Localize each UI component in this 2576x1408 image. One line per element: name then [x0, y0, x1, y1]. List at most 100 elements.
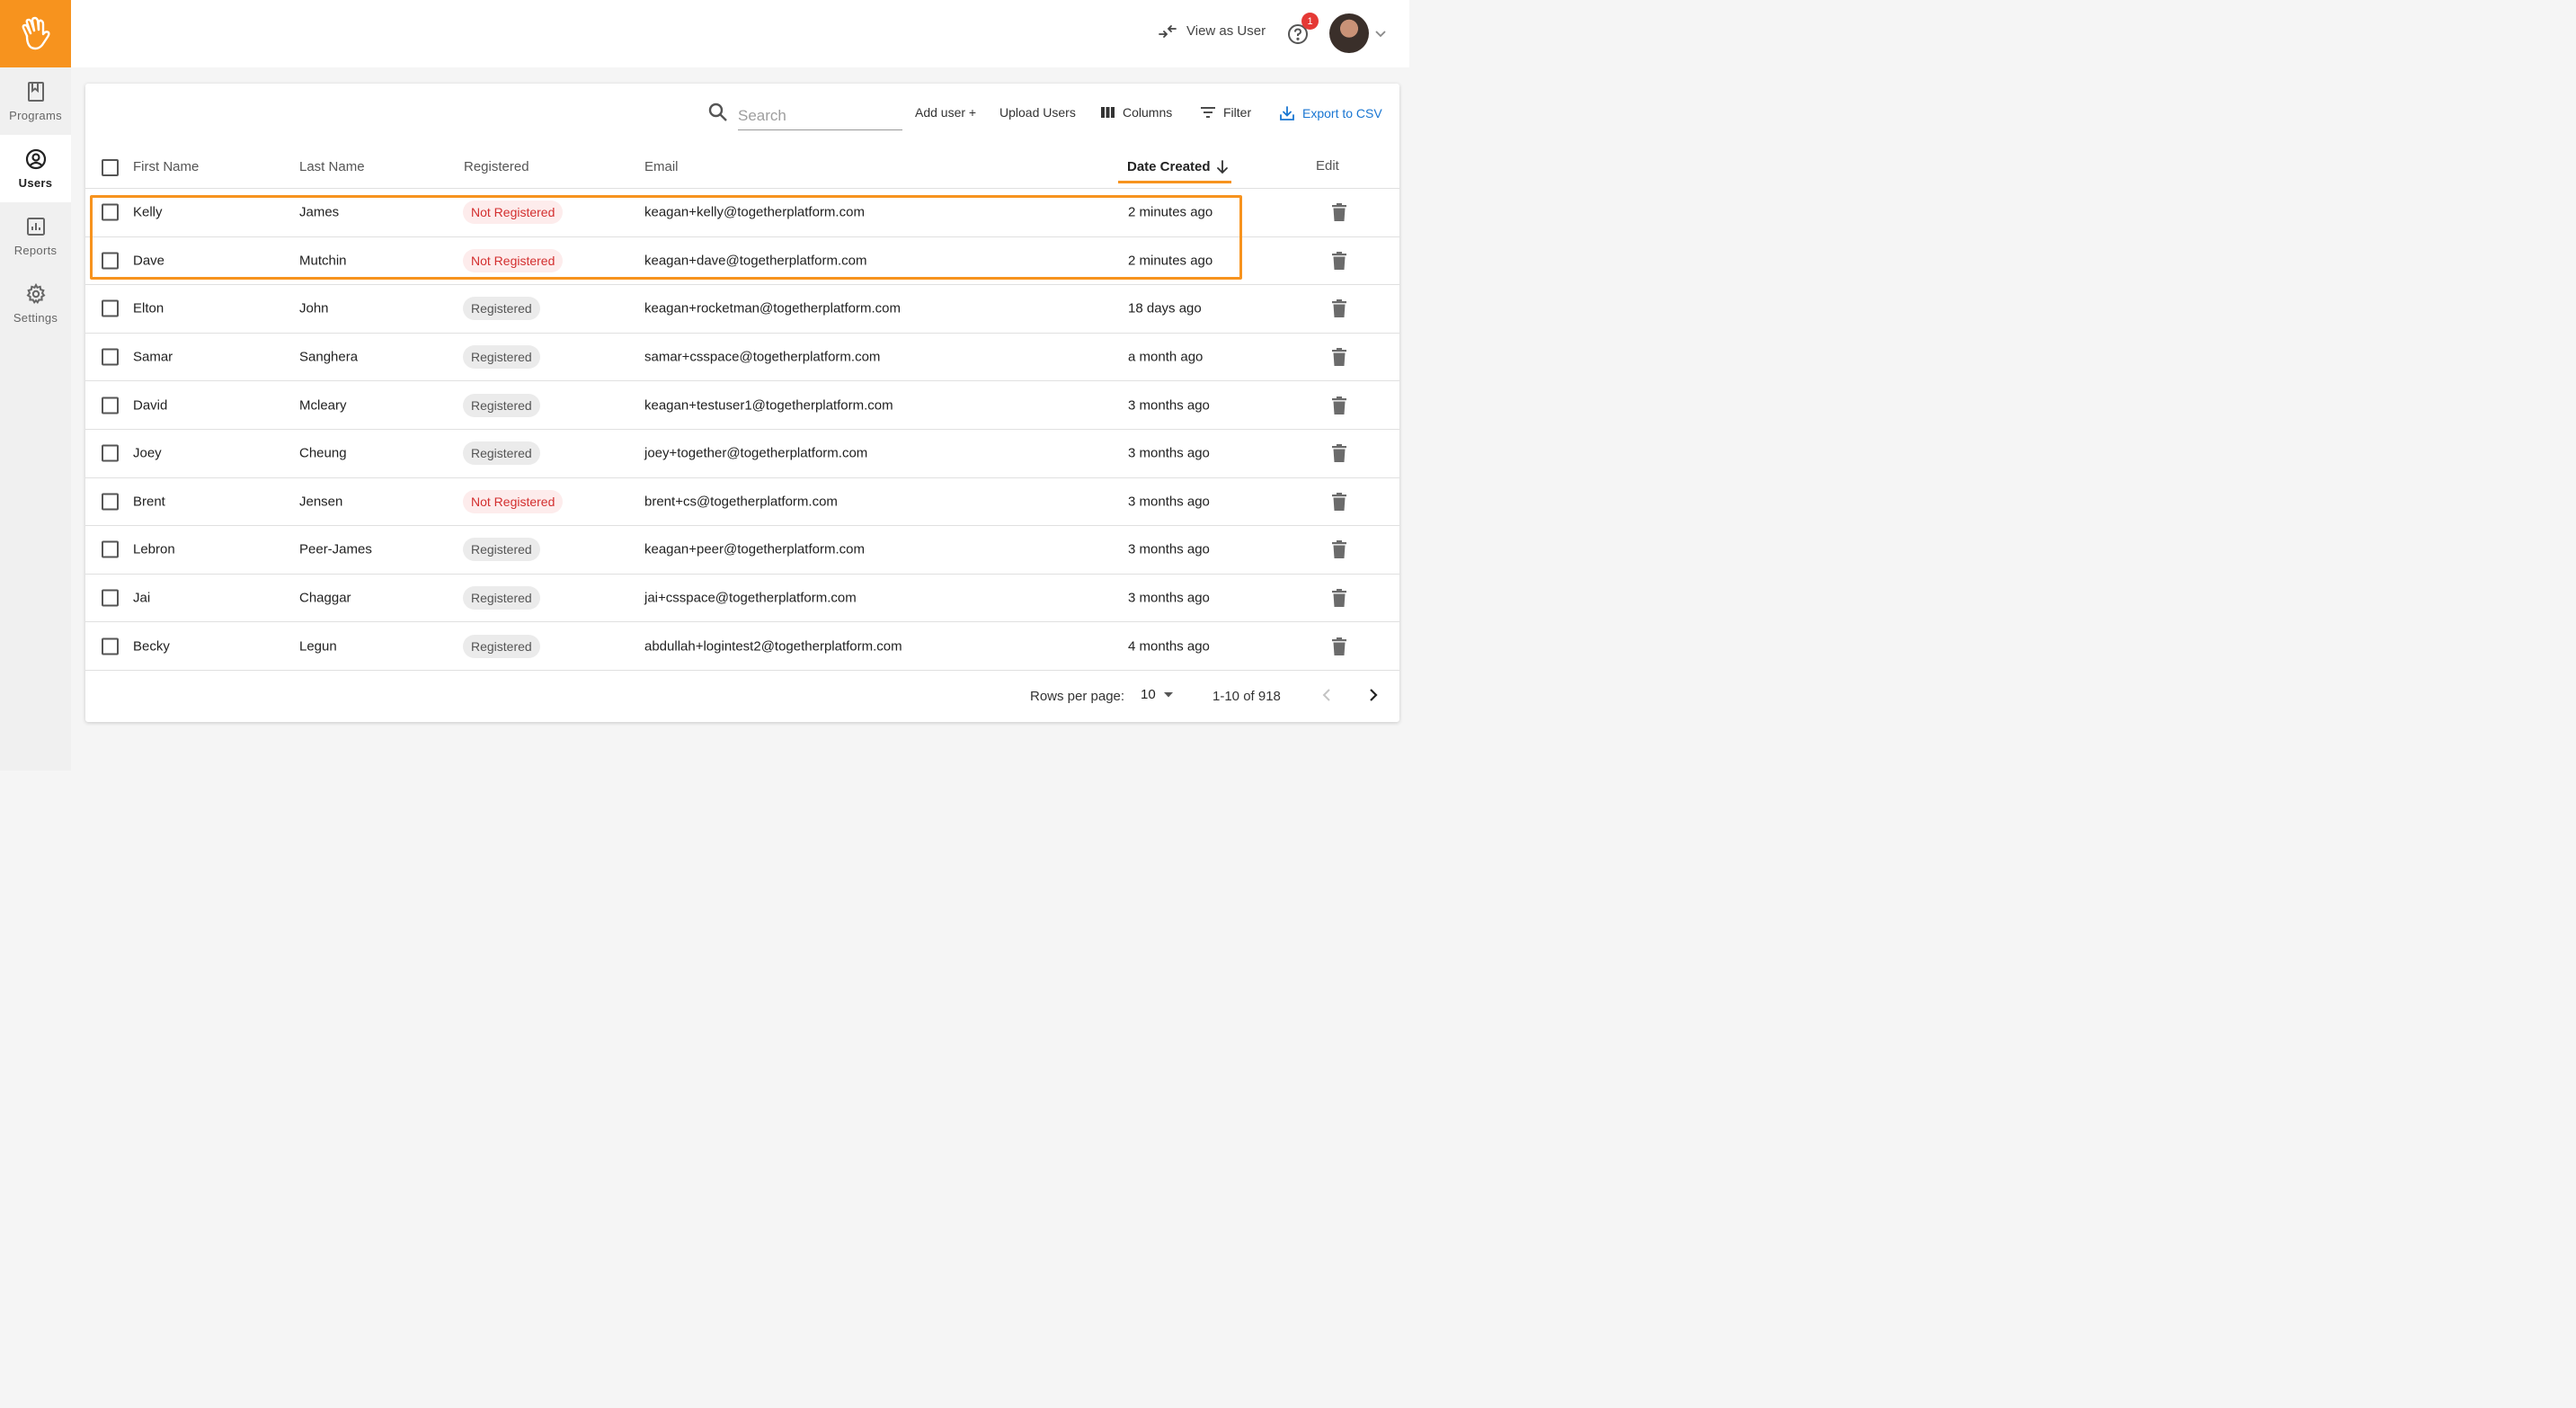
sidebar-item-label: Programs	[9, 109, 62, 122]
first-name-cell: Jai	[133, 590, 151, 606]
first-name-cell: Dave	[133, 253, 165, 269]
date-created-cell: 3 months ago	[1128, 445, 1210, 461]
table-row[interactable]: Jai Chaggar Registered jai+csspace@together…	[85, 575, 1399, 623]
sidebar-item-reports[interactable]: Reports	[0, 202, 71, 270]
first-name-cell: Becky	[133, 638, 170, 655]
email-cell: samar+csspace@togetherplatform.com	[644, 349, 881, 365]
app-logo[interactable]	[0, 0, 71, 67]
chevron-down-icon[interactable]	[1374, 27, 1387, 40]
column-header-date-created[interactable]: Date Created	[1127, 159, 1229, 174]
previous-page-button[interactable]	[1319, 687, 1334, 703]
date-created-cell: 18 days ago	[1128, 300, 1202, 316]
table-row[interactable]: Dave Mutchin Not Registered keagan+dave@tog…	[85, 237, 1399, 286]
filter-label: Filter	[1223, 105, 1252, 120]
sidebar-item-label: Settings	[13, 311, 58, 325]
row-checkbox[interactable]	[102, 444, 119, 462]
row-checkbox[interactable]	[102, 637, 119, 655]
notification-badge: 1	[1301, 13, 1319, 30]
view-as-user-button[interactable]: View as User	[1158, 23, 1266, 39]
table-row[interactable]: Lebron Peer-James Registered keagan+peer@to…	[85, 526, 1399, 575]
row-checkbox[interactable]	[102, 540, 119, 558]
date-created-cell: 2 minutes ago	[1128, 204, 1213, 220]
sidebar-item-programs[interactable]: Programs	[0, 67, 71, 135]
column-header-registered[interactable]: Registered	[464, 159, 529, 174]
select-all-checkbox[interactable]	[102, 159, 119, 176]
date-created-label: Date Created	[1127, 159, 1211, 174]
email-cell: keagan+peer@togetherplatform.com	[644, 541, 865, 557]
rows-per-page-label: Rows per page:	[1030, 689, 1125, 704]
filter-button[interactable]: Filter	[1200, 105, 1251, 120]
last-name-cell: Mutchin	[299, 253, 347, 269]
arrow-down-icon	[1216, 159, 1228, 174]
add-user-button[interactable]: Add user +	[915, 105, 976, 120]
email-cell: abdullah+logintest2@togetherplatform.com	[644, 638, 902, 655]
first-name-cell: Samar	[133, 349, 173, 365]
status-badge: Registered	[463, 634, 540, 658]
table-row[interactable]: Becky Legun Registered abdullah+logintest2@…	[85, 622, 1399, 671]
columns-button[interactable]: Columns	[1101, 105, 1172, 120]
last-name-cell: Sanghera	[299, 349, 359, 365]
avatar[interactable]	[1329, 13, 1369, 53]
table-row[interactable]: Elton John Registered keagan+rocketman@toge…	[85, 285, 1399, 334]
sidebar: Programs Users Reports Settings	[0, 0, 71, 771]
date-created-cell: 2 minutes ago	[1128, 253, 1213, 269]
date-created-cell: 4 months ago	[1128, 638, 1210, 655]
swap-arrows-icon	[1159, 24, 1177, 38]
sort-indicator	[1118, 181, 1231, 183]
export-csv-button[interactable]: Export to CSV	[1279, 105, 1382, 121]
delete-icon[interactable]	[1332, 637, 1346, 655]
sidebar-item-label: Reports	[13, 244, 58, 257]
rows-per-page-select[interactable]: 10	[1141, 687, 1174, 702]
bookmark-icon	[27, 80, 45, 103]
row-checkbox[interactable]	[102, 299, 119, 317]
delete-icon[interactable]	[1332, 348, 1346, 367]
email-cell: keagan+rocketman@togetherplatform.com	[644, 300, 901, 316]
delete-icon[interactable]	[1332, 251, 1346, 270]
first-name-cell: Elton	[133, 300, 164, 316]
date-created-cell: 3 months ago	[1128, 397, 1210, 414]
gear-icon	[25, 282, 47, 306]
table-row[interactable]: Samar Sanghera Registered samar+csspace@tog…	[85, 334, 1399, 382]
column-header-last-name[interactable]: Last Name	[299, 159, 365, 174]
sidebar-item-settings[interactable]: Settings	[0, 270, 71, 337]
delete-icon[interactable]	[1332, 444, 1346, 463]
row-checkbox[interactable]	[102, 589, 119, 607]
columns-label: Columns	[1123, 105, 1173, 120]
status-badge: Registered	[463, 393, 540, 417]
filter-icon	[1201, 107, 1215, 118]
email-cell: jai+csspace@togetherplatform.com	[644, 590, 857, 606]
delete-icon[interactable]	[1332, 299, 1346, 318]
row-checkbox[interactable]	[102, 252, 119, 270]
sidebar-item-users[interactable]: Users	[0, 135, 71, 202]
row-checkbox[interactable]	[102, 203, 119, 221]
row-checkbox[interactable]	[102, 397, 119, 414]
delete-icon[interactable]	[1332, 396, 1346, 414]
upload-users-button[interactable]: Upload Users	[999, 105, 1076, 120]
search-input[interactable]	[738, 102, 902, 130]
date-created-cell: 3 months ago	[1128, 541, 1210, 557]
row-checkbox[interactable]	[102, 493, 119, 511]
delete-icon[interactable]	[1332, 203, 1346, 222]
first-name-cell: Joey	[133, 445, 162, 461]
table-row[interactable]: Kelly James Not Registered keagan+kelly@tog…	[85, 189, 1399, 237]
first-name-cell: Kelly	[133, 204, 163, 220]
row-checkbox[interactable]	[102, 348, 119, 366]
column-header-email[interactable]: Email	[644, 159, 679, 174]
next-page-button[interactable]	[1366, 687, 1381, 703]
table-row[interactable]: Brent Jensen Not Registered brent+cs@togeth…	[85, 478, 1399, 527]
export-csv-label: Export to CSV	[1302, 106, 1382, 120]
delete-icon[interactable]	[1332, 589, 1346, 608]
status-badge: Registered	[463, 441, 540, 466]
delete-icon[interactable]	[1332, 492, 1346, 511]
first-name-cell: David	[133, 397, 168, 414]
delete-icon[interactable]	[1332, 540, 1346, 559]
last-name-cell: John	[299, 300, 329, 316]
status-badge: Registered	[463, 297, 540, 321]
column-header-first-name[interactable]: First Name	[133, 159, 199, 174]
last-name-cell: Jensen	[299, 494, 343, 510]
upload-users-label: Upload Users	[999, 105, 1076, 120]
table-row[interactable]: Joey Cheung Registered joey+together@togeth…	[85, 430, 1399, 478]
date-created-cell: a month ago	[1128, 349, 1204, 365]
account-circle-icon	[25, 147, 47, 171]
table-row[interactable]: David Mcleary Registered keagan+testuser1@t…	[85, 381, 1399, 430]
